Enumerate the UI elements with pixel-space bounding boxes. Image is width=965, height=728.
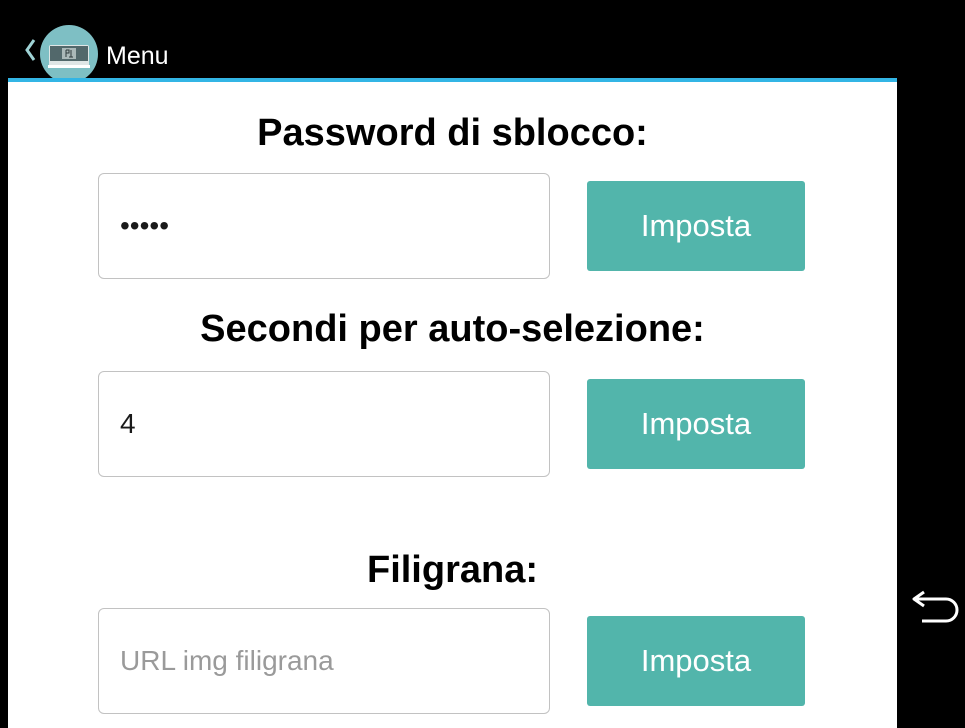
watermark-url-field[interactable]: URL img filigrana [98,608,550,714]
set-watermark-button[interactable]: Imposta [587,616,805,706]
set-auto-select-button[interactable]: Imposta [587,379,805,469]
screen: Menu Password di sblocco: ••••• Imposta … [0,0,965,728]
left-border [0,0,8,728]
password-field[interactable]: ••••• [98,173,550,279]
status-strip [0,0,965,8]
action-bar-title: Menu [106,42,169,70]
up-navigation-button[interactable]: Menu [18,22,188,83]
back-icon[interactable] [910,588,962,628]
set-password-button[interactable]: Imposta [587,181,805,271]
watermark-section-title: Filigrana: [366,549,539,591]
action-bar: Menu [8,8,897,83]
chevron-left-icon [25,39,36,61]
app-logo-icon [40,25,98,83]
settings-content: Password di sblocco: ••••• Imposta Secon… [8,82,897,728]
auto-select-seconds-field[interactable]: 4 [98,371,550,477]
auto-select-section-title: Secondi per auto-selezione: [200,308,705,350]
password-section-title: Password di sblocco: [257,112,648,154]
